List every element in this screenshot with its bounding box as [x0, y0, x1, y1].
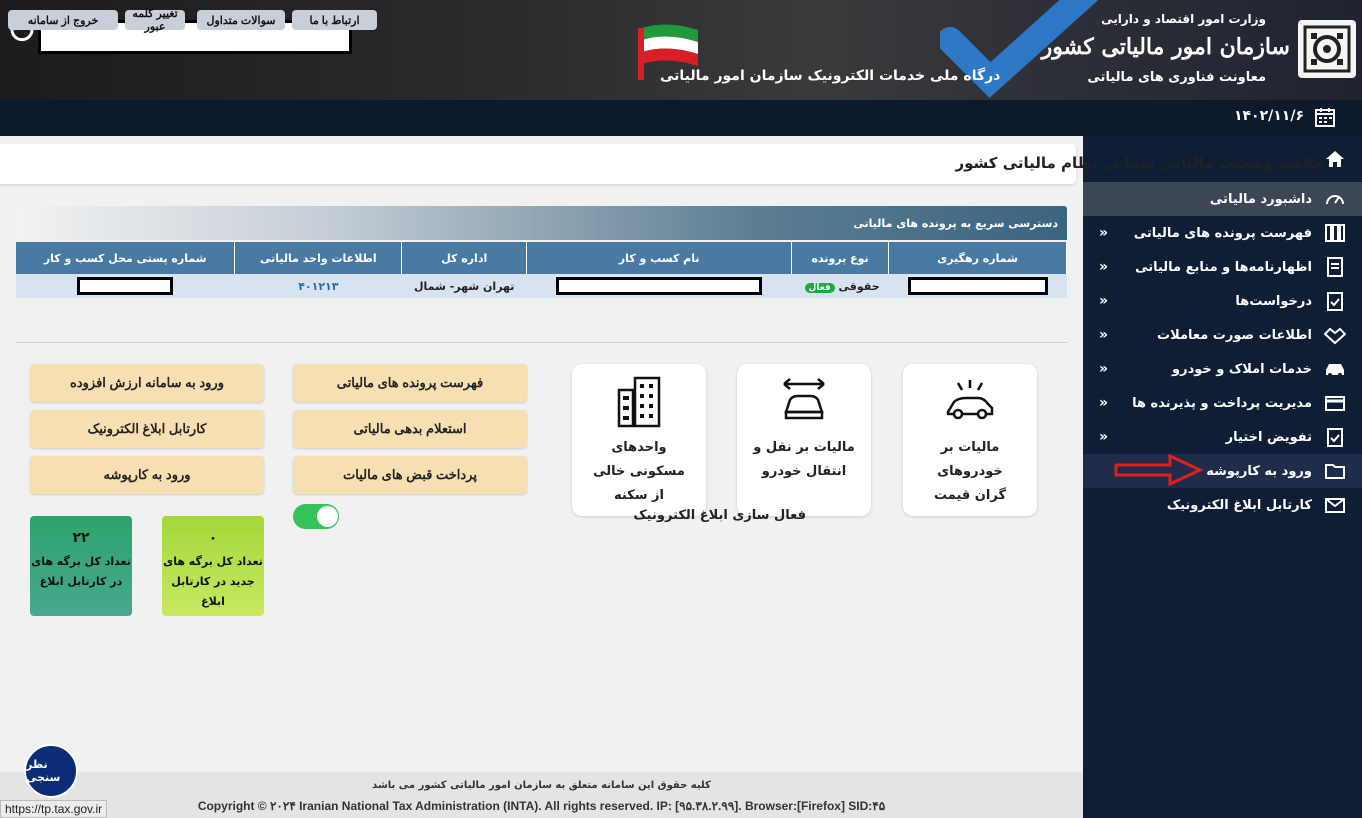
page-title: خلاصه وضعیت مالیاتی شما در نظام مالیاتی …	[955, 154, 1324, 172]
change-password-button[interactable]: تغییر کلمه عبور	[125, 8, 185, 33]
dashboard-icon	[1326, 195, 1344, 205]
faq-button[interactable]: سوالات متداول	[197, 10, 285, 30]
table-header: اطلاعات واحد مالیاتی	[234, 242, 403, 274]
debt-inquiry-button[interactable]: استعلام بدهی مالیاتی	[293, 410, 527, 448]
home-icon[interactable]	[1325, 150, 1345, 168]
table-row[interactable]: حقوقی فعال تهران شهر- شمال ۴۰۱۲۱۳	[16, 274, 1067, 298]
footer-rights: کلیه حقوق این سامانه متعلق به سازمان امو…	[372, 780, 711, 791]
unit-code-cell[interactable]: ۴۰۱۲۱۳	[234, 274, 402, 298]
chevron-double-right-icon: »	[1099, 225, 1109, 241]
page-title-box	[0, 144, 1076, 184]
vat-login-button[interactable]: ورود به سامانه ارزش افزوده	[30, 364, 264, 402]
chevron-double-right-icon: »	[1099, 429, 1109, 445]
organization-name: سازمان امور مالیاتی کشور	[1041, 34, 1290, 60]
logo-icon	[1298, 20, 1356, 78]
card-label: مالیات بر خودروهای گران قیمت	[933, 440, 1007, 503]
stat-value: ۰	[208, 530, 218, 546]
toggle-knob	[317, 506, 338, 527]
sidebar-item-transactions[interactable]: اطلاعات صورت معاملات »	[1083, 318, 1362, 352]
table-header: شماره رهگیری	[888, 242, 1067, 274]
table-header: نوع پرونده	[791, 242, 890, 274]
clipboard-check-icon	[1327, 428, 1343, 447]
sidebar-item-label: داشبورد مالیاتی	[1209, 191, 1312, 207]
calendar-icon	[1315, 108, 1335, 127]
chevron-double-right-icon: »	[1099, 293, 1109, 309]
handshake-icon	[1324, 327, 1346, 345]
sidebar-item-e-notice[interactable]: کارتابل ابلاغ الکترونیک	[1083, 488, 1362, 522]
top-toolbar	[0, 100, 1362, 136]
card-label: واحدهای مسکونی خالی از سکنه	[593, 440, 685, 503]
card-label: مالیات بر نقل و انتقال خودرو	[753, 440, 855, 479]
unit-code-link[interactable]: ۴۰۱۲۱۳	[298, 280, 338, 293]
building-icon	[617, 376, 661, 428]
sidebar-item-label: فهرست پرونده های مالیاتی	[1133, 225, 1312, 241]
stat-label: تعداد کل برگه های جدید در کارتابل ابلاغ	[163, 555, 263, 608]
sidebar-item-label: مدیریت پرداخت و پذیرنده ها	[1132, 395, 1312, 411]
car-transfer-icon	[783, 378, 825, 420]
sidebar-item-payments[interactable]: مدیریت پرداخت و پذیرنده ها »	[1083, 386, 1362, 420]
car-icon	[1326, 364, 1344, 377]
car-flash-icon	[946, 380, 994, 420]
files-list-button[interactable]: فهرست پرونده های مالیاتی	[293, 364, 527, 402]
total-pages-stat[interactable]: ۲۲ تعداد کل برگه های در کارتابل ابلاغ	[30, 516, 132, 616]
e-notice-toggle-label: فعال سازی ابلاغ الکترونیک	[633, 508, 806, 523]
section-divider	[16, 342, 1067, 343]
sidebar-item-requests[interactable]: درخواست‌ها »	[1083, 284, 1362, 318]
status-bar-url: https://tp.tax.gov.ir	[0, 800, 108, 818]
sidebar-item-label: خدمات املاک و خودرو	[1172, 361, 1312, 377]
file-type-cell: حقوقی فعال	[791, 274, 889, 298]
stat-label: تعداد کل برگه های در کارتابل ابلاغ	[31, 555, 131, 588]
pay-bills-button[interactable]: پرداخت قبض های مالیات	[293, 456, 527, 494]
portal-title: درگاه ملی خدمات الکترونیک سازمان امور ما…	[660, 68, 1001, 84]
new-pages-stat[interactable]: ۰ تعداد کل برگه های جدید در کارتابل ابلا…	[162, 516, 264, 616]
ministry-name: وزارت امور اقتصاد و دارایی	[1101, 12, 1266, 26]
tracking-number-cell	[888, 274, 1067, 298]
chevron-double-right-icon: »	[1099, 395, 1109, 411]
workbox-login-button[interactable]: ورود به کارپوشه	[30, 456, 264, 494]
sidebar-item-declarations[interactable]: اظهارنامه‌ها و منابع مالیاتی »	[1083, 250, 1362, 284]
e-notice-button[interactable]: کارتابل ابلاغ الکترونیک	[30, 410, 264, 448]
sidebar-item-label: اطلاعات صورت معاملات	[1157, 327, 1312, 343]
clipboard-check-icon	[1327, 292, 1343, 311]
deputy-name: معاونت فناوری های مالیاتی	[1087, 70, 1266, 85]
files-icon	[1325, 224, 1345, 242]
sidebar-item-label: تفویض اختیار	[1225, 429, 1312, 445]
sidebar-item-property-vehicle[interactable]: خدمات املاک و خودرو »	[1083, 352, 1362, 386]
luxury-car-tax-card[interactable]: مالیات بر خودروهای گران قیمت	[903, 364, 1037, 516]
document-icon	[1327, 257, 1343, 277]
file-type: حقوقی	[838, 279, 880, 293]
chevron-double-right-icon: »	[1099, 327, 1109, 343]
card-icon	[1325, 396, 1345, 411]
mail-icon	[1325, 498, 1345, 513]
stat-value: ۲۲	[72, 530, 90, 546]
car-transfer-tax-card[interactable]: مالیات بر نقل و انتقال خودرو	[737, 364, 871, 516]
quick-access-title: دسترسی سریع به پرونده های مالیاتی	[853, 217, 1058, 230]
current-date: ۱۴۰۲/۱۱/۶	[1233, 108, 1304, 124]
sidebar-item-label: کارتابل ابلاغ الکترونیک	[1166, 497, 1312, 513]
business-name-cell	[526, 274, 792, 298]
vacant-housing-tax-card[interactable]: واحدهای مسکونی خالی از سکنه	[572, 364, 706, 516]
sidebar-item-label: ورود به کارپوشه	[1206, 463, 1312, 479]
chevron-double-right-icon: »	[1099, 259, 1109, 275]
logout-button[interactable]: خروج از سامانه	[8, 10, 118, 30]
table-header: اداره کل	[401, 242, 528, 274]
sidebar-item-files[interactable]: فهرست پرونده های مالیاتی »	[1083, 216, 1362, 250]
survey-button[interactable]: نظر سنجی	[24, 744, 78, 798]
chevron-double-right-icon: »	[1099, 361, 1109, 377]
red-arrow-annotation-icon	[1114, 453, 1204, 487]
sidebar-item-delegation[interactable]: تفویض اختیار »	[1083, 420, 1362, 454]
status-badge: فعال	[804, 282, 835, 293]
table-header: شماره پستی محل کسب و کار	[16, 242, 236, 274]
sidebar-item-label: درخواست‌ها	[1235, 293, 1312, 309]
folder-icon	[1325, 464, 1345, 479]
office-cell: تهران شهر- شمال	[401, 274, 527, 298]
tax-files-table: شماره رهگیری نوع پرونده نام کسب و کار اد…	[16, 242, 1067, 298]
sidebar-item-label: اظهارنامه‌ها و منابع مالیاتی	[1135, 259, 1312, 275]
table-header: نام کسب و کار	[526, 242, 793, 274]
footer-copyright: Copyright © ۲۰۲۴ Iranian National Tax Ad…	[197, 799, 886, 813]
contact-us-button[interactable]: ارتباط با ما	[292, 10, 377, 30]
sidebar-item-dashboard[interactable]: داشبورد مالیاتی	[1083, 182, 1362, 216]
postal-code-cell	[16, 274, 235, 298]
